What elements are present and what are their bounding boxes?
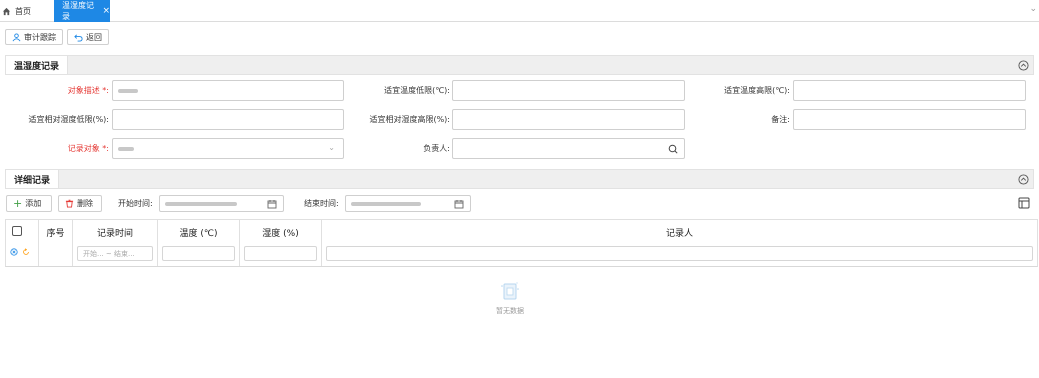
- grid-col-index: 序号: [39, 220, 73, 266]
- section-header-detail: 详细记录: [5, 169, 1034, 189]
- close-icon[interactable]: ×: [102, 6, 110, 16]
- temp-low-field[interactable]: [452, 80, 685, 101]
- end-time-label: 结束时间:: [304, 199, 339, 208]
- grid-col-record-time: 记录时间 开始... ~ 结束...: [73, 220, 158, 266]
- back-label: 返回: [86, 32, 102, 42]
- object-desc-label: 对象描述 *:: [67, 86, 109, 95]
- record-object-select[interactable]: ⌄: [112, 138, 344, 159]
- empty-text: 暂无数据: [496, 307, 524, 315]
- empty-box-icon: [501, 282, 519, 300]
- add-label: 添加: [25, 199, 42, 208]
- calendar-icon: [454, 200, 464, 209]
- person-icon: [12, 32, 21, 41]
- search-icon[interactable]: [668, 144, 678, 154]
- column-header: 记录时间: [96, 229, 133, 239]
- chevron-down-icon[interactable]: ⌄: [1029, 4, 1037, 14]
- tab-bar: 首页 温湿度记录 × ⌄: [0, 0, 1039, 22]
- detail-grid: 序号 记录时间 开始... ~ 结束... 温度 (℃) 湿度 (%) 记录人: [5, 219, 1038, 267]
- section-title: 温湿度记录: [6, 56, 69, 74]
- column-header: 温度 (℃): [179, 229, 218, 239]
- recorder-filter-input[interactable]: [326, 246, 1033, 261]
- rh-high-label: 适宜相对湿度高限(%):: [369, 115, 450, 124]
- owner-field[interactable]: [452, 138, 685, 159]
- blurred-value: [351, 201, 421, 206]
- tab-home-label: 首页: [15, 6, 31, 16]
- time-filter-input[interactable]: 开始... ~ 结束...: [77, 246, 153, 261]
- remark-field[interactable]: [793, 109, 1026, 130]
- section-title: 详细记录: [6, 170, 60, 188]
- audit-trail-button[interactable]: 审计跟踪: [5, 29, 63, 45]
- rh-low-field[interactable]: [112, 109, 344, 130]
- form-row-3: 记录对象 *: ⌄ 负责人:: [0, 138, 1039, 160]
- tab-temperature-humidity[interactable]: 温湿度记录 ×: [54, 0, 110, 22]
- delete-button[interactable]: 删除: [58, 195, 102, 212]
- audit-trail-label: 审计跟踪: [24, 32, 56, 42]
- rh-high-field[interactable]: [452, 109, 685, 130]
- select-all-checkbox[interactable]: [12, 226, 22, 236]
- column-header: 湿度 (%): [262, 229, 299, 239]
- section-header-record: 温湿度记录: [5, 55, 1034, 75]
- trash-icon: [65, 199, 74, 208]
- undo-icon: [74, 33, 83, 42]
- back-button[interactable]: 返回: [67, 29, 109, 45]
- remark-label: 备注:: [771, 115, 790, 124]
- chevron-down-icon: ⌄: [328, 143, 335, 152]
- clear-filter-icon[interactable]: [10, 248, 18, 256]
- main-toolbar: 审计跟踪 返回: [0, 26, 1039, 48]
- column-header: 序号: [46, 229, 65, 239]
- plus-icon: +: [13, 197, 23, 210]
- temp-high-field[interactable]: [793, 80, 1026, 101]
- grid-col-recorder: 记录人: [322, 220, 1037, 266]
- grid-col-select: [6, 220, 39, 266]
- column-header: 记录人: [665, 229, 693, 239]
- blurred-value: [118, 146, 134, 151]
- export-icon[interactable]: [1018, 197, 1030, 209]
- collapse-icon[interactable]: [1018, 174, 1029, 185]
- form-row-2: 适宜相对湿度低限(%): 适宜相对湿度高限(%): 备注:: [0, 109, 1039, 131]
- blurred-value: [165, 201, 237, 206]
- collapse-icon[interactable]: [1018, 60, 1029, 71]
- refresh-icon[interactable]: [22, 248, 30, 256]
- temperature-filter-input[interactable]: [162, 246, 235, 261]
- form-row-1: 对象描述 *: 适宜温度低限(℃): 适宜温度高限(℃):: [0, 80, 1039, 102]
- end-time-input[interactable]: [345, 195, 471, 212]
- temp-low-label: 适宜温度低限(℃):: [384, 86, 450, 95]
- add-button[interactable]: + 添加: [6, 195, 52, 212]
- rh-low-label: 适宜相对湿度低限(%):: [28, 115, 109, 124]
- start-time-input[interactable]: [159, 195, 284, 212]
- start-time-label: 开始时间:: [118, 199, 153, 208]
- record-object-label: 记录对象 *:: [67, 144, 109, 153]
- tab-home[interactable]: 首页: [2, 4, 31, 18]
- humidity-filter-input[interactable]: [244, 246, 317, 261]
- grid-col-temperature: 温度 (℃): [158, 220, 240, 266]
- detail-toolbar: + 添加 删除 开始时间: 结束时间:: [5, 195, 1034, 213]
- delete-label: 删除: [77, 199, 93, 208]
- home-icon: [2, 7, 11, 15]
- empty-state: 暂无数据: [480, 280, 540, 316]
- owner-label: 负责人:: [423, 144, 450, 153]
- object-desc-field[interactable]: [112, 80, 344, 101]
- blurred-value: [118, 88, 138, 93]
- temp-high-label: 适宜温度高限(℃):: [724, 86, 790, 95]
- calendar-icon: [267, 200, 277, 209]
- grid-col-humidity: 湿度 (%): [240, 220, 322, 266]
- tab-active-label: 温湿度记录: [62, 1, 94, 21]
